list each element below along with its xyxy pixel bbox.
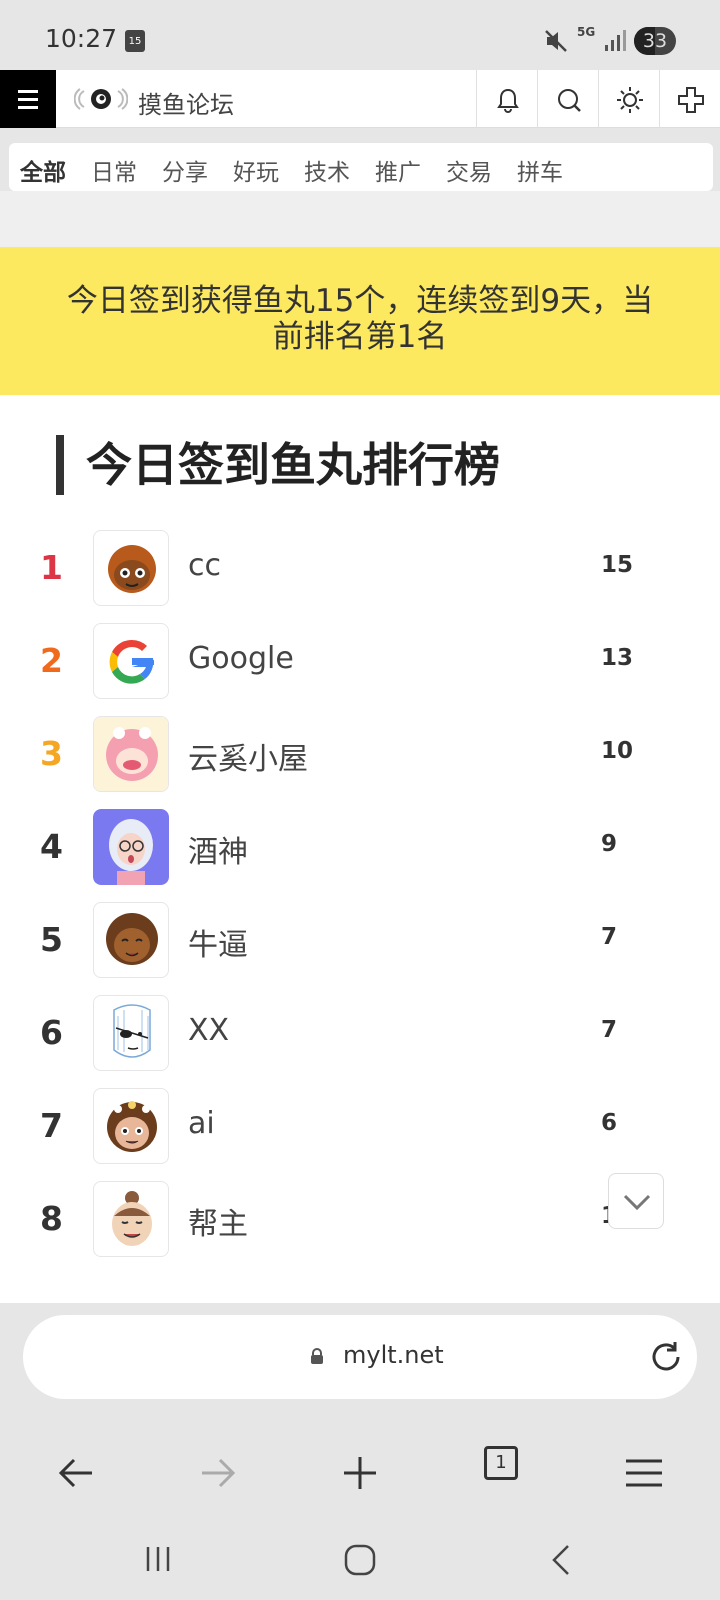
username[interactable]: 牛逼	[188, 920, 248, 964]
leaderboard-row[interactable]: 6 XX 7	[0, 995, 720, 1075]
username[interactable]: Google	[188, 641, 294, 676]
battery-level: 33	[642, 30, 668, 52]
tab-carpool[interactable]: 拼车	[517, 153, 563, 187]
search-button[interactable]	[537, 70, 598, 128]
battery-icon: 33	[634, 27, 676, 55]
avatar[interactable]	[93, 995, 169, 1071]
leaderboard-row[interactable]: 1 cc 15	[0, 530, 720, 610]
home-icon[interactable]	[343, 1543, 377, 1577]
avatar[interactable]	[93, 809, 169, 885]
leaderboard-row[interactable]: 2 Google 13	[0, 623, 720, 703]
bell-icon	[497, 88, 519, 114]
rank-number: 7	[40, 1106, 63, 1145]
tab-all[interactable]: 全部	[20, 153, 66, 187]
back-arrow-icon[interactable]	[46, 1443, 106, 1503]
sun-icon	[617, 87, 643, 113]
rank-number: 1	[40, 548, 63, 587]
calendar-icon: 15	[125, 30, 145, 52]
tab-daily[interactable]: 日常	[91, 153, 137, 187]
network-5g-icon: 5G	[577, 25, 596, 39]
rank-number: 5	[40, 920, 63, 959]
content-spacer	[0, 191, 720, 247]
score: 13	[601, 645, 634, 671]
new-post-button[interactable]	[659, 70, 720, 128]
rank-number: 3	[40, 734, 63, 773]
tab-switcher-button[interactable]: 1	[484, 1446, 518, 1480]
cartoon-avatar-icon	[106, 913, 158, 965]
rank-number: 2	[40, 641, 63, 680]
cartoon-avatar-icon	[108, 545, 156, 593]
rank-number: 4	[40, 827, 63, 866]
notifications-button[interactable]	[476, 70, 537, 128]
url-text[interactable]: mylt.net	[343, 1341, 444, 1369]
back-icon[interactable]	[548, 1543, 576, 1577]
leaderboard-row[interactable]: 4 酒神 9	[0, 809, 720, 889]
sketch-eyepatch-avatar-icon	[113, 1004, 151, 1058]
google-logo-icon	[109, 639, 154, 684]
category-tabs: 全部 日常 分享 好玩 技术 推广 交易 拼车	[9, 143, 713, 191]
anime-girl-avatar-icon	[94, 717, 168, 791]
avatar[interactable]	[93, 530, 169, 606]
lock-icon	[311, 1348, 323, 1364]
new-tab-icon[interactable]	[330, 1443, 390, 1503]
leaderboard-title: 今日签到鱼丸排行榜	[56, 435, 500, 495]
scroll-down-button[interactable]	[608, 1173, 664, 1229]
tab-tech[interactable]: 技术	[304, 153, 350, 187]
flower-crown-avatar-icon	[107, 1101, 157, 1152]
signal-icon	[605, 30, 626, 51]
score: 10	[601, 738, 634, 764]
system-navigation-bar	[0, 1523, 720, 1600]
site-header: 摸鱼论坛	[0, 70, 720, 128]
checkin-message-line2: 前排名第1名	[272, 319, 448, 355]
search-icon	[558, 89, 581, 112]
rank-number: 8	[40, 1199, 63, 1238]
tab-promo[interactable]: 推广	[375, 153, 421, 187]
site-title[interactable]: 摸鱼论坛	[138, 85, 234, 120]
cartoon-man-avatar-icon	[112, 1191, 152, 1246]
tab-share[interactable]: 分享	[162, 153, 208, 187]
hamburger-menu-button[interactable]	[0, 70, 56, 128]
avatar[interactable]	[93, 716, 169, 792]
checkin-message-line1: 今日签到获得鱼丸15个，连续签到9天，当	[66, 283, 654, 319]
tab-fun[interactable]: 好玩	[233, 153, 279, 187]
score: 7	[601, 1017, 618, 1043]
checkin-banner: 今日签到获得鱼丸15个，连续签到9天，当 前排名第1名	[0, 247, 720, 395]
reload-icon[interactable]	[648, 1339, 684, 1375]
theme-toggle-button[interactable]	[598, 70, 659, 128]
username[interactable]: 帮主	[188, 1199, 248, 1243]
avatar[interactable]	[93, 902, 169, 978]
score: 6	[601, 1110, 618, 1136]
username[interactable]: cc	[188, 548, 221, 583]
avatar[interactable]	[93, 1088, 169, 1164]
address-bar[interactable]: mylt.net	[23, 1315, 697, 1399]
site-logo-icon	[74, 88, 128, 110]
glasses-woman-avatar-icon	[93, 809, 169, 885]
leaderboard-row[interactable]: 5 牛逼 7	[0, 902, 720, 982]
score: 7	[601, 924, 618, 950]
username[interactable]: 云奚小屋	[188, 734, 308, 778]
tab-trade[interactable]: 交易	[446, 153, 492, 187]
score: 9	[601, 831, 618, 857]
leaderboard-panel: 今日签到鱼丸排行榜 1 cc 15 2 Google 13 3 云奚小屋 10 …	[0, 395, 720, 1303]
avatar[interactable]	[93, 623, 169, 699]
menu-icon[interactable]	[614, 1443, 674, 1503]
username[interactable]: XX	[188, 1013, 229, 1048]
avatar[interactable]	[93, 1181, 169, 1257]
recent-apps-icon[interactable]	[142, 1543, 174, 1575]
leaderboard-row[interactable]: 3 云奚小屋 10	[0, 716, 720, 796]
chevron-down-icon	[623, 1194, 651, 1211]
score: 15	[601, 552, 634, 578]
status-bar: 10:27 15 5G 33	[0, 0, 720, 70]
leaderboard-row[interactable]: 7 ai 6	[0, 1088, 720, 1168]
username[interactable]: ai	[188, 1106, 215, 1141]
username[interactable]: 酒神	[188, 827, 248, 871]
forward-arrow-icon[interactable]	[188, 1443, 248, 1503]
browser-toolbar	[0, 1423, 720, 1523]
rank-number: 6	[40, 1013, 63, 1052]
mute-icon	[545, 30, 567, 52]
plus-icon	[678, 87, 704, 113]
status-time: 10:27	[45, 24, 118, 53]
